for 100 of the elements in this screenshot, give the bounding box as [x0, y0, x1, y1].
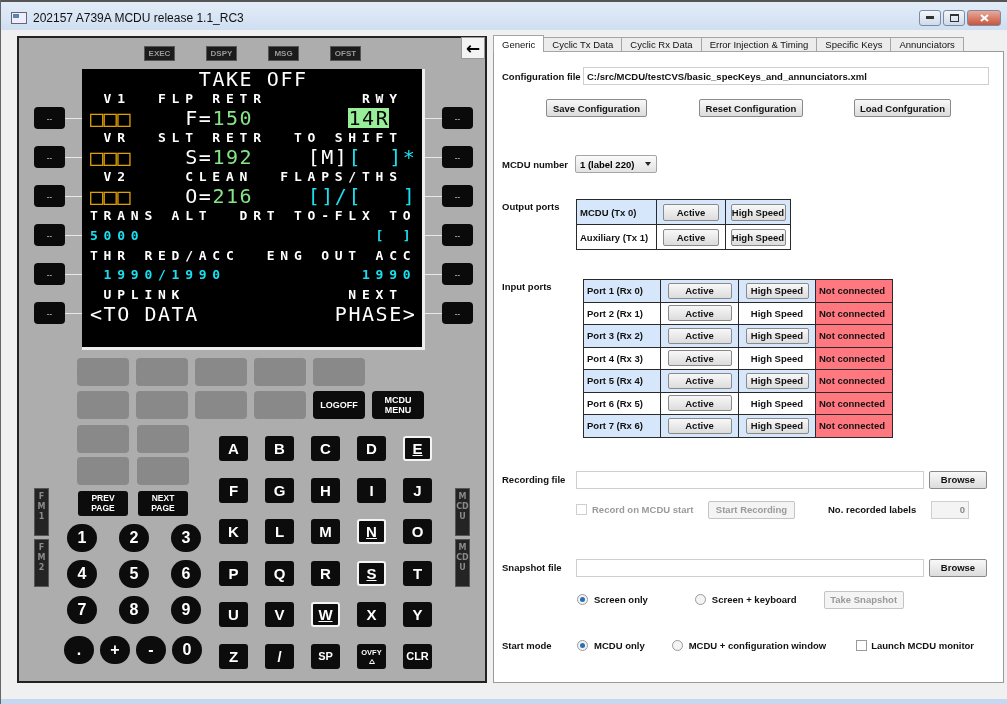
active-button[interactable]: Active: [667, 327, 732, 344]
input-field[interactable]: [576, 470, 924, 489]
high-speed-button[interactable]: High Speed: [730, 203, 786, 221]
letter-key[interactable]: K: [219, 519, 248, 545]
page-key[interactable]: PREV PAGE: [78, 491, 128, 516]
function-key[interactable]: MCDU MENU: [372, 391, 424, 419]
number-key[interactable]: 6: [171, 560, 201, 588]
letter-key[interactable]: Z: [219, 643, 248, 669]
line-select-key[interactable]: --: [34, 302, 65, 324]
active-button[interactable]: Active: [663, 203, 719, 221]
line-select-key[interactable]: --: [442, 107, 473, 129]
radio-button[interactable]: [577, 639, 588, 651]
tab[interactable]: Cyclic Rx Data: [621, 37, 702, 52]
high-speed-button[interactable]: High Speed: [745, 327, 809, 344]
blank-key[interactable]: [136, 391, 188, 419]
number-key[interactable]: 9: [171, 596, 201, 624]
high-speed-button[interactable]: High Speed: [730, 228, 786, 246]
letter-key[interactable]: S: [357, 560, 386, 586]
tab[interactable]: Error Injection & Timing: [700, 37, 818, 52]
letter-key[interactable]: J: [403, 477, 432, 503]
number-key[interactable]: 5: [119, 560, 149, 588]
number-key[interactable]: 1: [67, 524, 97, 552]
high-speed-button[interactable]: High Speed: [745, 417, 809, 434]
letter-key[interactable]: V: [265, 602, 294, 628]
line-select-key[interactable]: --: [442, 224, 473, 246]
maximize-button[interactable]: [943, 9, 965, 26]
browse-button[interactable]: Browse: [929, 558, 987, 577]
radio-button[interactable]: [694, 594, 706, 605]
letter-key[interactable]: L: [265, 519, 294, 545]
blank-key[interactable]: [195, 358, 247, 386]
blank-key[interactable]: [137, 457, 189, 485]
radio-button[interactable]: [671, 639, 683, 651]
config-button[interactable]: Save Configuration: [546, 99, 647, 117]
number-key[interactable]: 3: [171, 524, 201, 552]
active-button[interactable]: Active: [667, 417, 732, 434]
active-button[interactable]: Active: [667, 305, 732, 322]
number-key[interactable]: 8: [119, 596, 149, 624]
number-key[interactable]: 0: [172, 636, 202, 664]
letter-key[interactable]: N: [357, 519, 386, 545]
checkbox[interactable]: [856, 639, 868, 651]
back-button[interactable]: ←: [461, 37, 485, 59]
letter-key[interactable]: R: [311, 560, 340, 586]
blank-key[interactable]: [77, 391, 129, 419]
line-select-key[interactable]: --: [34, 185, 65, 207]
dropdown[interactable]: 1 (label 220): [575, 155, 657, 173]
blank-key[interactable]: [195, 391, 247, 419]
high-speed-button[interactable]: High Speed: [745, 282, 809, 299]
page-key[interactable]: NEXT PAGE: [138, 491, 188, 516]
active-button[interactable]: Active: [663, 228, 719, 246]
tab[interactable]: Specific Keys: [816, 37, 892, 52]
letter-key[interactable]: X: [357, 602, 386, 628]
number-key[interactable]: -: [136, 636, 166, 664]
tab[interactable]: Generic: [493, 35, 545, 52]
tab[interactable]: Annunciators: [890, 37, 964, 52]
blank-key[interactable]: [254, 391, 306, 419]
function-key[interactable]: LOGOFF: [313, 391, 365, 419]
input-field[interactable]: [576, 558, 924, 577]
blank-key[interactable]: [77, 358, 129, 386]
number-key[interactable]: 2: [119, 524, 149, 552]
line-select-key[interactable]: --: [34, 107, 65, 129]
letter-key[interactable]: Q: [265, 560, 294, 586]
radio-button[interactable]: [577, 594, 588, 605]
blank-key[interactable]: [136, 358, 188, 386]
letter-key[interactable]: D: [357, 436, 386, 461]
high-speed-button[interactable]: High Speed: [745, 372, 809, 389]
letter-key[interactable]: M: [311, 519, 340, 545]
tab[interactable]: Cyclic Tx Data: [543, 37, 623, 52]
letter-key[interactable]: T: [403, 560, 432, 586]
active-button[interactable]: Active: [667, 282, 732, 299]
close-button[interactable]: [967, 9, 1001, 26]
letter-key[interactable]: B: [265, 436, 294, 461]
letter-key[interactable]: P: [219, 560, 248, 586]
line-select-key[interactable]: --: [34, 224, 65, 246]
letter-key[interactable]: /: [265, 643, 294, 669]
letter-key[interactable]: W: [311, 602, 340, 628]
line-select-key[interactable]: --: [34, 263, 65, 285]
letter-key[interactable]: SP: [311, 643, 340, 669]
line-select-key[interactable]: --: [34, 146, 65, 168]
number-key[interactable]: 4: [67, 560, 97, 588]
letter-key[interactable]: G: [265, 477, 294, 503]
line-select-key[interactable]: --: [442, 302, 473, 324]
input-field[interactable]: C:/src/MCDU/testCVS/basic_specKeys_and_annunciators.xml: [583, 67, 989, 85]
number-key[interactable]: +: [100, 636, 130, 664]
line-select-key[interactable]: --: [442, 263, 473, 285]
letter-key[interactable]: Y: [403, 602, 432, 628]
letter-key[interactable]: U: [219, 602, 248, 628]
line-select-key[interactable]: --: [442, 146, 473, 168]
config-button[interactable]: Load Confguration: [854, 99, 951, 117]
letter-key[interactable]: A: [219, 436, 248, 461]
line-select-key[interactable]: --: [442, 185, 473, 207]
active-button[interactable]: Active: [667, 395, 732, 412]
browse-button[interactable]: Browse: [929, 470, 987, 489]
letter-key[interactable]: I: [357, 477, 386, 503]
active-button[interactable]: Active: [667, 350, 732, 367]
number-key[interactable]: 7: [67, 596, 97, 624]
letter-key[interactable]: H: [311, 477, 340, 503]
config-button[interactable]: Reset Configuration: [699, 99, 803, 117]
letter-key[interactable]: C: [311, 436, 340, 461]
letter-key[interactable]: E: [403, 436, 432, 461]
active-button[interactable]: Active: [667, 372, 732, 389]
